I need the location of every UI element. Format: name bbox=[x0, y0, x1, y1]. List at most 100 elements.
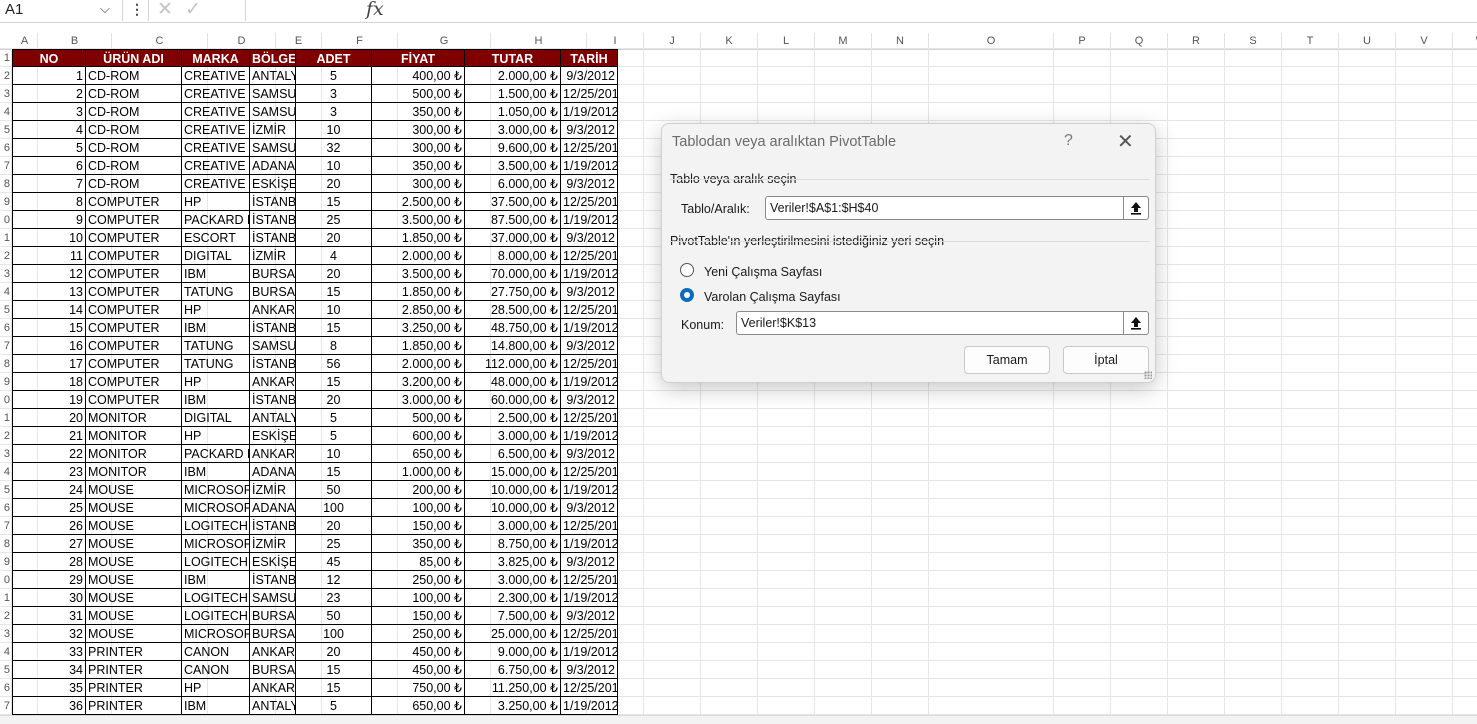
table-cell[interactable]: ESKİŞEHİR bbox=[250, 553, 296, 571]
table-cell[interactable]: 9/3/2012 bbox=[561, 337, 618, 355]
table-cell[interactable]: 12/25/2012 bbox=[561, 625, 618, 643]
column-header[interactable]: B bbox=[38, 33, 112, 49]
table-cell[interactable]: 48.750,00 ₺ bbox=[465, 319, 561, 337]
table-cell[interactable]: 10.000,00 ₺ bbox=[465, 499, 561, 517]
table-cell[interactable]: PRINTER bbox=[86, 697, 182, 715]
table-cell[interactable]: 12/25/2012 bbox=[561, 679, 618, 697]
table-cell[interactable]: 25 bbox=[296, 211, 372, 229]
table-cell[interactable]: 23 bbox=[296, 589, 372, 607]
table-cell[interactable]: 20 bbox=[296, 391, 372, 409]
table-cell[interactable]: 87.500,00 ₺ bbox=[465, 211, 561, 229]
table-cell[interactable]: CD-ROM bbox=[86, 175, 182, 193]
table-cell[interactable]: 9/3/2012 bbox=[561, 175, 618, 193]
table-cell[interactable]: 9/3/2012 bbox=[561, 553, 618, 571]
table-cell[interactable]: 27 bbox=[12, 535, 86, 553]
table-cell[interactable]: 1/19/2012 bbox=[561, 373, 618, 391]
table-header-cell[interactable]: NO bbox=[12, 49, 86, 67]
table-cell[interactable]: ANTALYA bbox=[250, 67, 296, 85]
table-cell[interactable]: 24 bbox=[12, 481, 86, 499]
table-cell[interactable]: 9/3/2012 bbox=[561, 607, 618, 625]
table-cell[interactable]: SAMSUN bbox=[250, 85, 296, 103]
table-cell[interactable]: 7 bbox=[12, 175, 86, 193]
table-cell[interactable]: 37.000,00 ₺ bbox=[465, 229, 561, 247]
table-cell[interactable]: 10.000,00 ₺ bbox=[465, 481, 561, 499]
table-cell[interactable]: CD-ROM bbox=[86, 103, 182, 121]
table-cell[interactable]: HP bbox=[182, 301, 250, 319]
table-cell[interactable]: 10 bbox=[296, 301, 372, 319]
table-cell[interactable]: CREATIVE bbox=[182, 139, 250, 157]
table-cell[interactable]: ADANA bbox=[250, 463, 296, 481]
table-cell[interactable]: 2.500,00 ₺ bbox=[372, 193, 465, 211]
cancel-button[interactable]: İptal bbox=[1063, 346, 1149, 374]
table-cell[interactable]: 350,00 ₺ bbox=[372, 103, 465, 121]
table-cell[interactable]: MICROSOFT bbox=[182, 625, 250, 643]
table-cell[interactable]: 100,00 ₺ bbox=[372, 589, 465, 607]
table-cell[interactable]: CANON bbox=[182, 661, 250, 679]
table-cell[interactable]: 17 bbox=[12, 355, 86, 373]
table-cell[interactable]: 11.250,00 ₺ bbox=[465, 679, 561, 697]
table-cell[interactable]: 12/25/2012 bbox=[561, 571, 618, 589]
table-cell[interactable]: CD-ROM bbox=[86, 139, 182, 157]
table-cell[interactable]: 2.850,00 ₺ bbox=[372, 301, 465, 319]
table-cell[interactable]: 9 bbox=[12, 211, 86, 229]
table-cell[interactable]: SAMSUN bbox=[250, 103, 296, 121]
table-cell[interactable]: İSTANBUL bbox=[250, 517, 296, 535]
table-cell[interactable]: MONITOR bbox=[86, 445, 182, 463]
table-cell[interactable]: 9/3/2012 bbox=[561, 229, 618, 247]
table-cell[interactable]: 15 bbox=[296, 283, 372, 301]
table-cell[interactable]: PACKARD BELL bbox=[182, 445, 250, 463]
table-cell[interactable]: 1.500,00 ₺ bbox=[465, 85, 561, 103]
table-cell[interactable]: 2.000,00 ₺ bbox=[372, 247, 465, 265]
table-cell[interactable]: MOUSE bbox=[86, 607, 182, 625]
chevron-down-icon[interactable]: ⌵ bbox=[100, 1, 110, 17]
table-cell[interactable]: 9/3/2012 bbox=[561, 391, 618, 409]
table-cell[interactable]: 650,00 ₺ bbox=[372, 445, 465, 463]
table-cell[interactable]: MOUSE bbox=[86, 499, 182, 517]
table-cell[interactable]: 6.750,00 ₺ bbox=[465, 661, 561, 679]
table-cell[interactable]: 3.250,00 ₺ bbox=[465, 697, 561, 715]
column-header[interactable]: P bbox=[1054, 33, 1111, 49]
table-cell[interactable]: 3.825,00 ₺ bbox=[465, 553, 561, 571]
table-cell[interactable]: 1/19/2012 bbox=[561, 427, 618, 445]
table-cell[interactable]: 26 bbox=[12, 517, 86, 535]
table-cell[interactable]: MOUSE bbox=[86, 535, 182, 553]
table-cell[interactable]: 4 bbox=[296, 247, 372, 265]
table-cell[interactable]: 48.000,00 ₺ bbox=[465, 373, 561, 391]
table-cell[interactable]: 1.850,00 ₺ bbox=[372, 337, 465, 355]
table-cell[interactable]: COMPUTER bbox=[86, 355, 182, 373]
table-cell[interactable]: 9/3/2012 bbox=[561, 661, 618, 679]
table-cell[interactable]: 3.000,00 ₺ bbox=[465, 517, 561, 535]
table-cell[interactable]: TATUNG bbox=[182, 283, 250, 301]
table-cell[interactable]: COMPUTER bbox=[86, 391, 182, 409]
table-cell[interactable]: MICROSOFT bbox=[182, 481, 250, 499]
radio-existing-worksheet[interactable] bbox=[680, 288, 694, 302]
confirm-entry-icon[interactable]: ✓ bbox=[185, 0, 201, 21]
table-cell[interactable]: MICROSOFT bbox=[182, 499, 250, 517]
table-cell[interactable]: 6 bbox=[12, 157, 86, 175]
table-cell[interactable]: 9/3/2012 bbox=[561, 67, 618, 85]
table-cell[interactable]: COMPUTER bbox=[86, 247, 182, 265]
table-cell[interactable]: IBM bbox=[182, 697, 250, 715]
table-cell[interactable]: 9/3/2012 bbox=[561, 121, 618, 139]
table-cell[interactable]: ADANA bbox=[250, 157, 296, 175]
column-header[interactable]: J bbox=[644, 33, 701, 49]
table-cell[interactable]: 28 bbox=[12, 553, 86, 571]
table-cell[interactable]: 18 bbox=[12, 373, 86, 391]
table-cell[interactable]: 20 bbox=[296, 175, 372, 193]
table-cell[interactable]: 25.000,00 ₺ bbox=[465, 625, 561, 643]
column-header[interactable]: L bbox=[758, 33, 815, 49]
table-cell[interactable]: CD-ROM bbox=[86, 67, 182, 85]
table-cell[interactable]: 2.000,00 ₺ bbox=[372, 355, 465, 373]
table-cell[interactable]: CD-ROM bbox=[86, 85, 182, 103]
table-cell[interactable]: CREATIVE bbox=[182, 85, 250, 103]
table-cell[interactable]: COMPUTER bbox=[86, 283, 182, 301]
table-cell[interactable]: 3 bbox=[296, 85, 372, 103]
table-cell[interactable]: 12/25/2012 bbox=[561, 463, 618, 481]
table-cell[interactable]: 5 bbox=[296, 697, 372, 715]
table-cell[interactable]: 1.000,00 ₺ bbox=[372, 463, 465, 481]
table-cell[interactable]: 25 bbox=[296, 535, 372, 553]
table-cell[interactable]: 85,00 ₺ bbox=[372, 553, 465, 571]
table-cell[interactable]: IBM bbox=[182, 265, 250, 283]
table-cell[interactable]: 3.500,00 ₺ bbox=[465, 157, 561, 175]
table-cell[interactable]: IBM bbox=[182, 571, 250, 589]
